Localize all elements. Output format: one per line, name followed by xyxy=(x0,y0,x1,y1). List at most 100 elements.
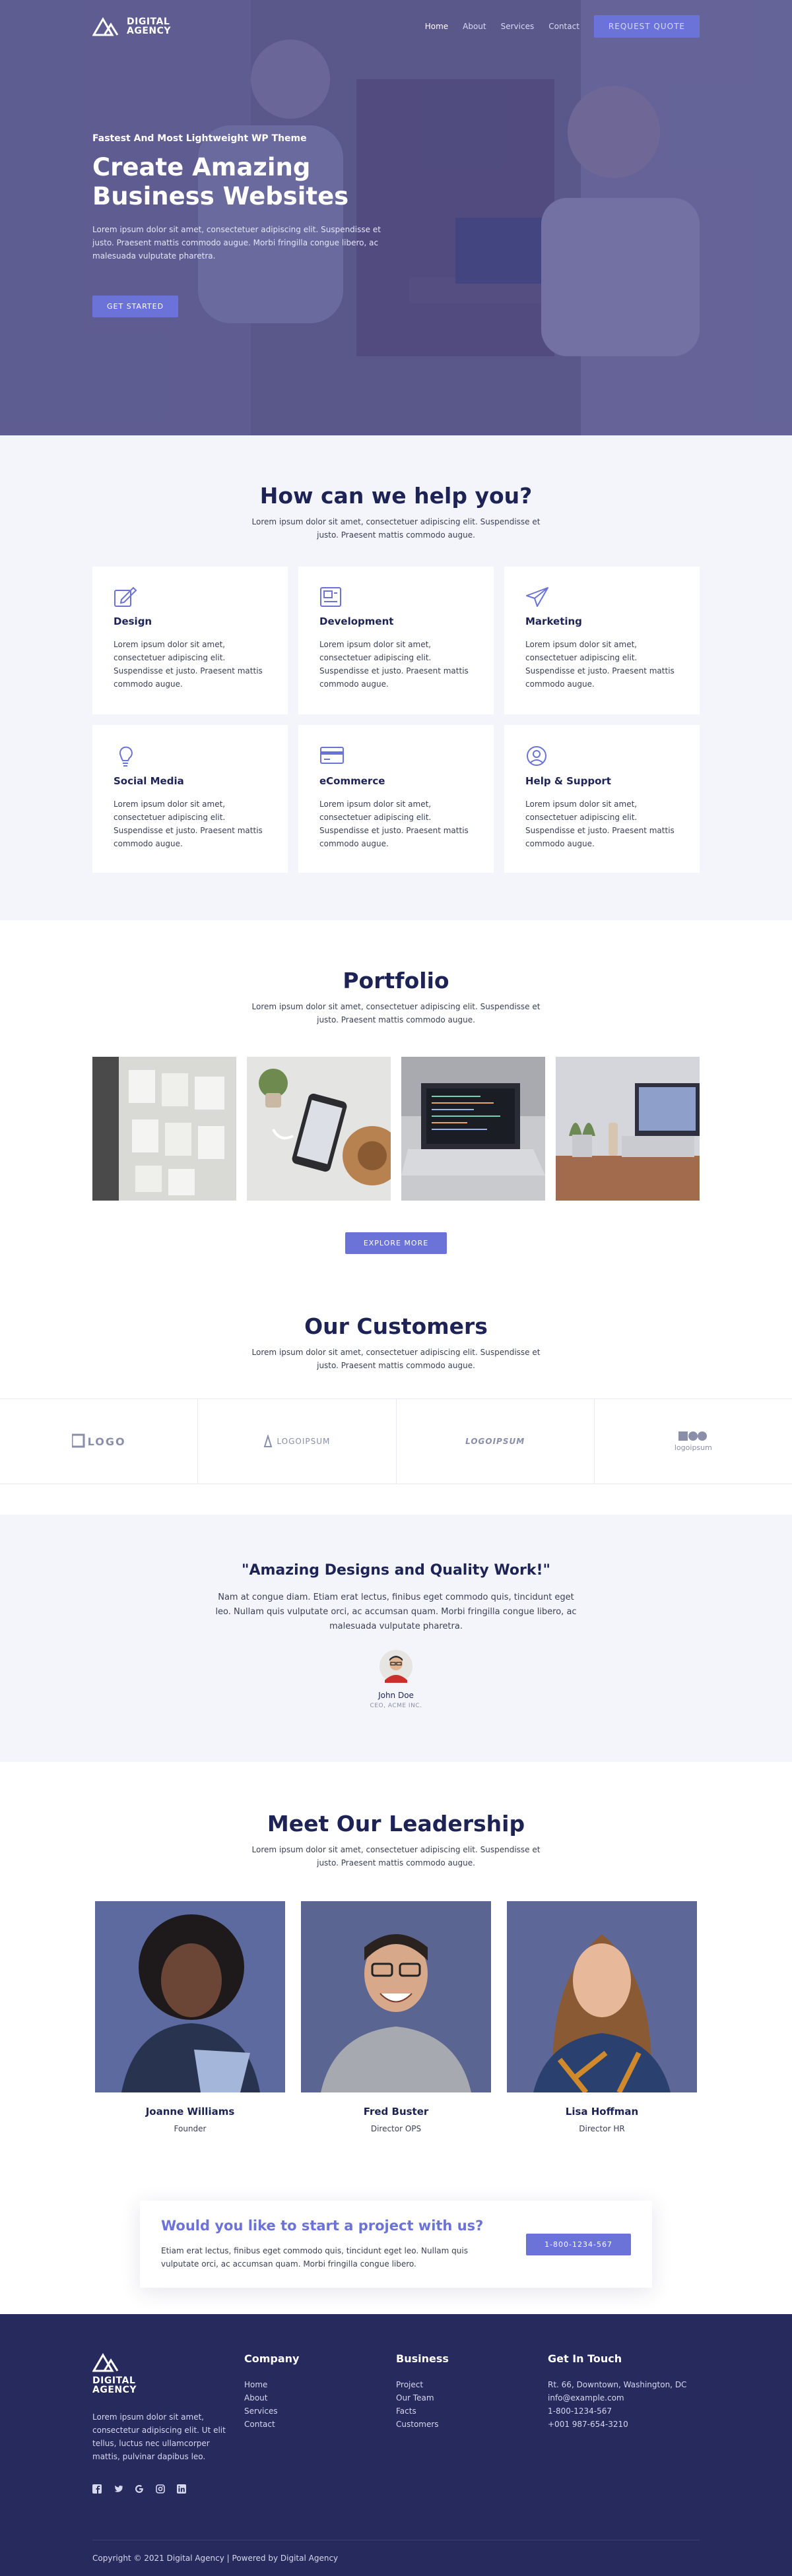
nav-home[interactable]: Home xyxy=(425,22,448,31)
footer-link-contact[interactable]: Contact xyxy=(244,2418,396,2431)
footer-link-facts[interactable]: Facts xyxy=(396,2404,548,2418)
request-quote-button[interactable]: REQUEST QUOTE xyxy=(593,15,700,38)
footer-business-column: Business Project Our Team Facts Customer… xyxy=(396,2352,548,2494)
customers-title: Our Customers xyxy=(304,1313,488,1339)
footer-link-services[interactable]: Services xyxy=(244,2404,396,2418)
member-role: Director OPS xyxy=(370,2124,422,2133)
nav-contact[interactable]: Contact xyxy=(548,22,579,31)
portfolio-image-phone[interactable] xyxy=(247,1057,391,1201)
member-name: Fred Buster xyxy=(363,2106,429,2118)
customer-logo-3: LOGOIPSUM xyxy=(397,1399,595,1484)
portfolio-image-desk[interactable] xyxy=(556,1057,700,1201)
edit-icon xyxy=(114,586,137,607)
service-card-marketing[interactable]: Marketing Lorem ipsum dolor sit amet, co… xyxy=(504,567,700,714)
call-phone-button[interactable]: 1-800-1234-567 xyxy=(526,2233,631,2255)
footer-business-title: Business xyxy=(396,2352,449,2365)
service-card-social-media[interactable]: Social Media Lorem ipsum dolor sit amet,… xyxy=(92,725,288,873)
member-role: Director HR xyxy=(579,2124,625,2133)
google-icon[interactable] xyxy=(135,2484,144,2494)
facebook-icon[interactable] xyxy=(92,2484,102,2494)
portfolio-title: Portfolio xyxy=(343,968,449,993)
explore-more-button[interactable]: EXPLORE MORE xyxy=(345,1232,447,1254)
service-title: Design xyxy=(114,615,152,627)
service-title: eCommerce xyxy=(319,775,385,787)
logo-mark-icon xyxy=(92,2353,119,2372)
testimonial-author-role: CEO, ACME INC. xyxy=(370,1703,422,1709)
service-card-ecommerce[interactable]: eCommerce Lorem ipsum dolor sit amet, co… xyxy=(298,725,494,873)
hero-eyebrow: Fastest And Most Lightweight WP Theme xyxy=(92,133,307,144)
portfolio-subtitle: Lorem ipsum dolor sit amet, consectetuer… xyxy=(251,1002,541,1024)
customer-logo-text: LOGOIPSUM xyxy=(465,1437,525,1446)
testimonial-text: Nam at congue diam. Etiam erat lectus, f… xyxy=(215,1592,577,1631)
copyright: Copyright © 2021 Digital Agency | Powere… xyxy=(92,2540,700,2576)
brand-name: DIGITAL AGENCY xyxy=(127,17,171,36)
hero-text: Lorem ipsum dolor sit amet, consectetuer… xyxy=(92,225,381,261)
customer-logos: LOGO LOGOIPSUM LOGOIPSUM logoipsum xyxy=(0,1398,792,1484)
service-card-design[interactable]: Design Lorem ipsum dolor sit amet, conse… xyxy=(92,567,288,714)
author-avatar xyxy=(380,1650,412,1683)
brand-line-1: DIGITAL xyxy=(127,16,170,27)
service-text: Lorem ipsum dolor sit amet, consectetuer… xyxy=(525,800,675,848)
footer-link-home[interactable]: Home xyxy=(244,2378,396,2391)
get-started-button[interactable]: GET STARTED xyxy=(92,296,179,317)
footer-link-our-team[interactable]: Our Team xyxy=(396,2391,548,2404)
portfolio-image-wireframes[interactable] xyxy=(92,1057,236,1201)
footer-link-about[interactable]: About xyxy=(244,2391,396,2404)
customers-section: Our Customers Lorem ipsum dolor sit amet… xyxy=(0,1280,792,1515)
member-role: Founder xyxy=(174,2124,207,2133)
footer-link-project[interactable]: Project xyxy=(396,2378,548,2391)
footer-company-column: Company Home About Services Contact xyxy=(244,2352,396,2494)
service-card-development[interactable]: Development Lorem ipsum dolor sit amet, … xyxy=(298,567,494,714)
service-text: Lorem ipsum dolor sit amet, consectetuer… xyxy=(114,800,263,848)
top-navigation: DIGITAL AGENCY Home About Services Conta… xyxy=(0,13,792,40)
customer-logo-text: LOGOIPSUM xyxy=(277,1437,331,1446)
user-circle-icon xyxy=(527,746,546,766)
member-name: Joanne Williams xyxy=(145,2106,235,2118)
customer-logo-text: logoipsum xyxy=(674,1443,712,1452)
service-title: Social Media xyxy=(114,775,184,787)
instagram-icon[interactable] xyxy=(156,2484,165,2494)
footer-link-customers[interactable]: Customers xyxy=(396,2418,548,2431)
social-links xyxy=(92,2484,244,2494)
cta-title: Would you like to start a project with u… xyxy=(161,2218,484,2234)
portfolio-image-laptop[interactable] xyxy=(401,1057,545,1201)
service-text: Lorem ipsum dolor sit amet, consectetuer… xyxy=(319,640,469,689)
testimonial-author: John Doe xyxy=(378,1691,414,1700)
cta-box: Would you like to start a project with u… xyxy=(140,2201,652,2288)
customer-logo-2: LOGOIPSUM xyxy=(198,1399,397,1484)
linkedin-icon[interactable] xyxy=(177,2484,186,2494)
member-photo-fred xyxy=(301,1901,491,2092)
credit-card-icon xyxy=(320,747,344,764)
service-title: Help & Support xyxy=(525,775,611,787)
footer: DIGITAL AGENCY Lorem ipsum dolor sit ame… xyxy=(0,2314,792,2576)
service-text: Lorem ipsum dolor sit amet, consectetuer… xyxy=(525,640,675,689)
brand-logo[interactable]: DIGITAL AGENCY xyxy=(92,16,171,36)
nav-about[interactable]: About xyxy=(463,22,486,31)
customer-logo-4: logoipsum xyxy=(595,1399,792,1484)
paper-plane-icon xyxy=(526,587,548,607)
footer-phone-link[interactable]: 1-800-1234-567 xyxy=(548,2404,700,2418)
leadership-section: Meet Our Leadership Lorem ipsum dolor si… xyxy=(0,1762,792,2182)
portfolio-gallery xyxy=(92,1057,700,1201)
services-grid: Design Lorem ipsum dolor sit amet, conse… xyxy=(92,567,700,873)
service-title: Development xyxy=(319,615,394,627)
service-text: Lorem ipsum dolor sit amet, consectetuer… xyxy=(319,800,469,848)
footer-phone-link-2[interactable]: +001 987-654-3210 xyxy=(548,2418,700,2431)
cta-section: Would you like to start a project with u… xyxy=(0,2182,792,2314)
help-title: How can we help you? xyxy=(259,483,533,509)
member-name: Lisa Hoffman xyxy=(565,2106,639,2118)
footer-company-title: Company xyxy=(244,2352,300,2365)
hero-section: DIGITAL AGENCY Home About Services Conta… xyxy=(0,0,792,435)
member-photo-lisa xyxy=(507,1901,697,2092)
footer-email-link[interactable]: info@example.com xyxy=(548,2391,700,2404)
footer-about-column: DIGITAL AGENCY Lorem ipsum dolor sit ame… xyxy=(92,2352,244,2494)
brand-line-1: DIGITAL xyxy=(92,2375,136,2386)
footer-about-text: Lorem ipsum dolor sit amet, consectetur … xyxy=(92,2412,226,2461)
nav-links: Home About Services Contact REQUEST QUOT… xyxy=(425,15,700,38)
customer-logo-1: LOGO xyxy=(0,1399,199,1484)
twitter-icon[interactable] xyxy=(114,2484,123,2494)
service-card-help-support[interactable]: Help & Support Lorem ipsum dolor sit ame… xyxy=(504,725,700,873)
footer-brand-logo[interactable]: DIGITAL AGENCY xyxy=(92,2352,244,2395)
member-photo-joanne xyxy=(95,1901,285,2092)
nav-services[interactable]: Services xyxy=(501,22,535,31)
